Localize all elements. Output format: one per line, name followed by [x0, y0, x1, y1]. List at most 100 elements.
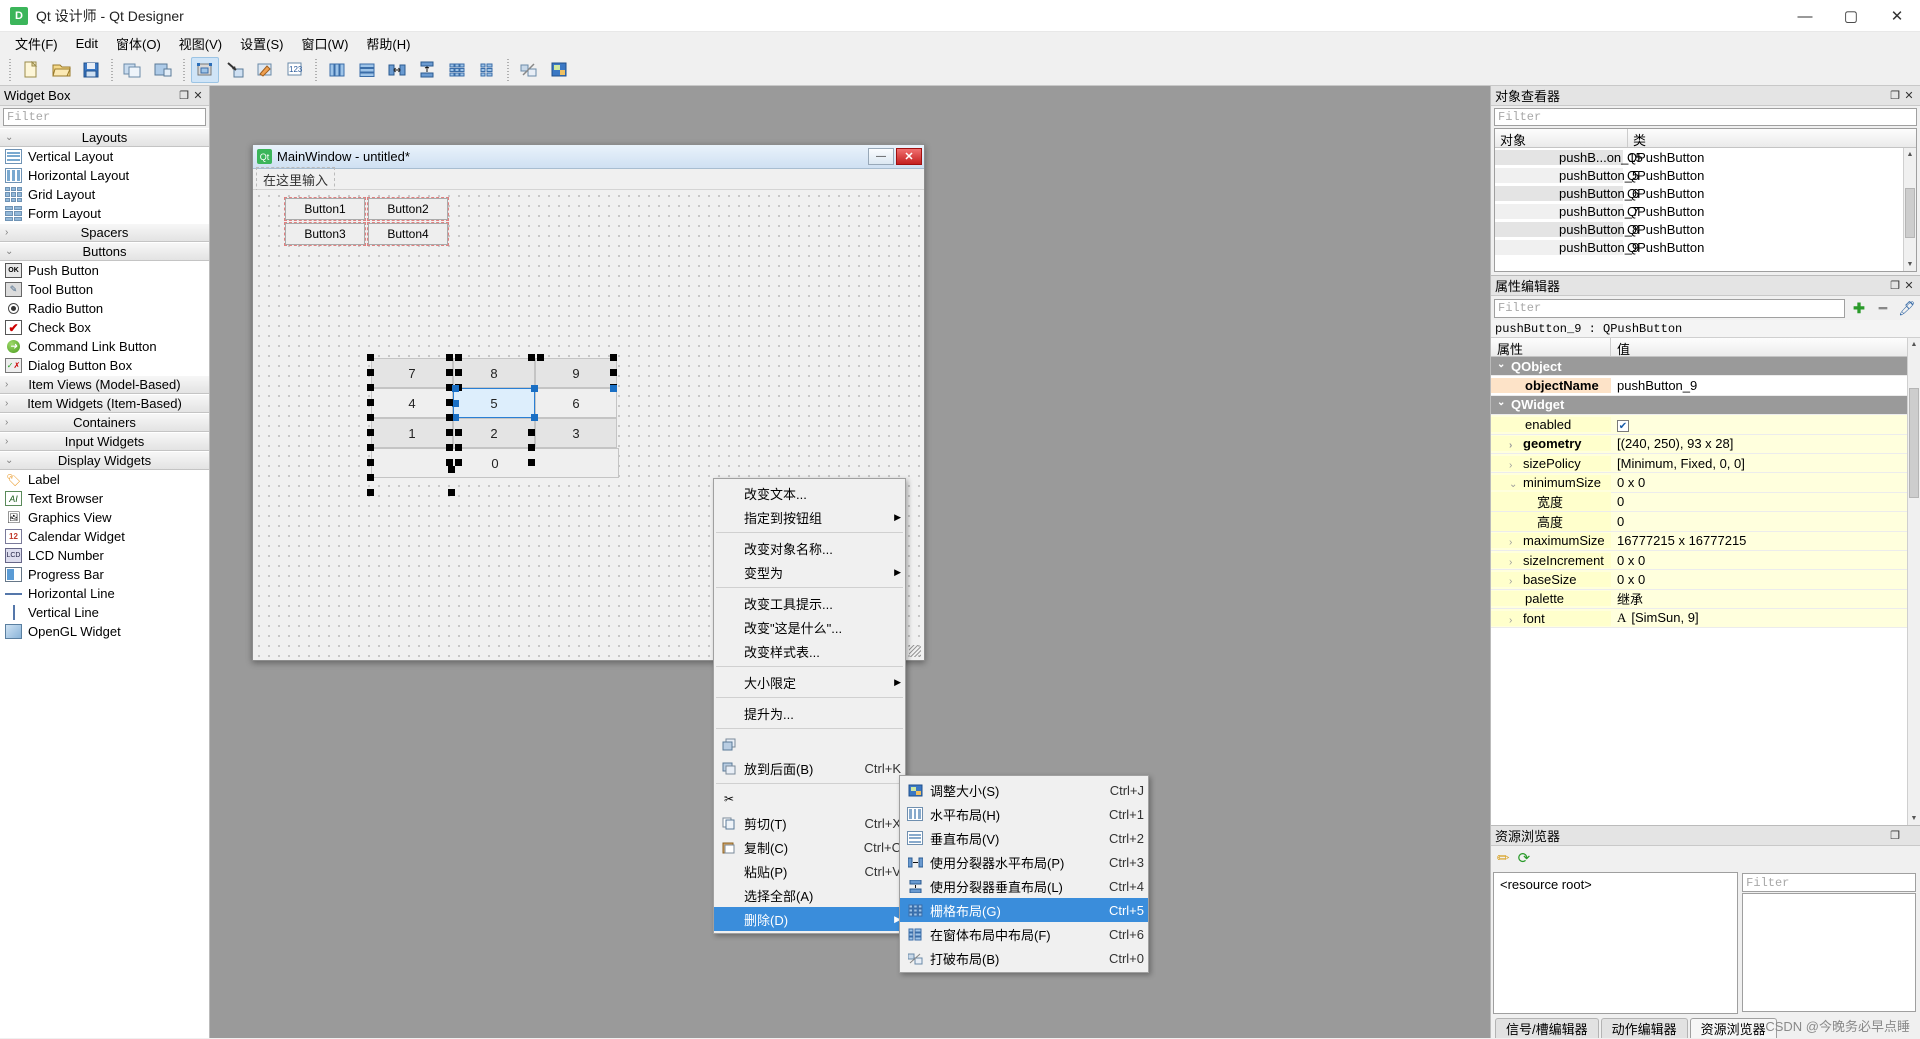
ctx-change-stylesheet[interactable]: 改变样式表... [714, 639, 905, 663]
vertical-layout-icon[interactable] [353, 57, 381, 83]
ctx-promote-to[interactable]: 提升为... [714, 701, 905, 725]
ctx-change-tooltip[interactable]: 改变工具提示... [714, 591, 905, 615]
widget-item-opengl-widget[interactable]: OpenGL Widget [0, 622, 209, 641]
property-row-maximumsize[interactable]: › maximumSize 16777215 x 16777215 [1491, 531, 1920, 551]
open-folder-icon[interactable] [47, 57, 75, 83]
selection-handle[interactable] [455, 459, 462, 466]
design-canvas[interactable]: Qt MainWindow - untitled* — ✕ 在这里输入 Butt… [210, 86, 1490, 1038]
selection-handle[interactable] [446, 399, 453, 406]
resource-browser-close-icon[interactable] [1902, 829, 1916, 843]
resource-filter-input[interactable]: Filter [1742, 873, 1916, 892]
resource-browser-float-icon[interactable]: ❐ [1888, 829, 1902, 843]
layout-submenu[interactable]: 调整大小(S) Ctrl+J 水平布局(H) Ctrl+1 垂直布局(V) Ct… [899, 775, 1149, 973]
property-row-minimumsize[interactable]: ⌄ minimumSize 0 x 0 [1491, 473, 1920, 493]
close-button[interactable]: ✕ [1874, 0, 1920, 32]
table-row[interactable]: pushButton_5 QPushButton [1495, 166, 1916, 184]
object-inspector-scrollbar[interactable]: ▲ ▼ [1903, 148, 1916, 271]
edit-widgets-icon[interactable] [191, 56, 219, 83]
property-editor-close-icon[interactable]: ✕ [1902, 279, 1916, 293]
widget-group-item-widgets[interactable]: › Item Widgets (Item-Based) [0, 394, 209, 413]
ctx-select-all[interactable]: 粘贴(P) Ctrl+V [714, 859, 905, 883]
save-icon[interactable] [77, 57, 105, 83]
menu-form[interactable]: 窗体(O) [107, 32, 170, 55]
button2[interactable]: Button2 [367, 197, 449, 221]
widget-item-grid-layout[interactable]: Grid Layout [0, 185, 209, 204]
selection-handle[interactable] [367, 414, 374, 421]
widget-item-progress-bar[interactable]: Progress Bar [0, 565, 209, 584]
selection-handle[interactable] [528, 459, 535, 466]
selected-handle[interactable] [531, 385, 538, 392]
property-row-palette[interactable]: palette 继承 [1491, 589, 1920, 610]
object-inspector-close-icon[interactable]: ✕ [1902, 89, 1916, 103]
layout-vertical[interactable]: 垂直布局(V) Ctrl+2 [900, 826, 1148, 850]
property-value[interactable]: 0 x 0 [1611, 553, 1920, 568]
key-1[interactable]: 1 [371, 418, 453, 448]
key-6[interactable]: 6 [535, 388, 617, 418]
edit-tab-order-icon[interactable]: 123 [281, 57, 309, 83]
reload-resources-icon[interactable]: ⟳ [1518, 849, 1531, 867]
property-editor-filter-input[interactable]: Filter [1494, 298, 1845, 318]
widget-item-radio-button[interactable]: Radio Button [0, 299, 209, 318]
widget-group-input-widgets[interactable]: › Input Widgets [0, 432, 209, 451]
key-8[interactable]: 8 [453, 358, 535, 388]
layout-splitter-vertical[interactable]: 使用分裂器垂直布局(L) Ctrl+4 [900, 874, 1148, 898]
configure-property-icon[interactable]: 🖊 [1897, 298, 1917, 318]
button3[interactable]: Button3 [284, 222, 366, 246]
key-4[interactable]: 4 [371, 388, 453, 418]
selection-handle[interactable] [448, 466, 455, 473]
horizontal-layout-icon[interactable] [323, 57, 351, 83]
ctx-send-to-back[interactable] [714, 732, 905, 756]
selected-handle[interactable] [610, 385, 617, 392]
edit-signals-icon[interactable] [221, 57, 249, 83]
menu-settings[interactable]: 设置(S) [231, 32, 292, 55]
selection-handle[interactable] [610, 354, 617, 361]
layout-horizontal[interactable]: 水平布局(H) Ctrl+1 [900, 802, 1148, 826]
resource-tree[interactable]: <resource root> [1493, 872, 1739, 1014]
widget-item-vertical-layout[interactable]: Vertical Layout [0, 147, 209, 166]
ctx-copy[interactable]: 剪切(T) Ctrl+X [714, 811, 905, 835]
selection-handle[interactable] [455, 354, 462, 361]
splitter-vertical-icon[interactable] [413, 57, 441, 83]
widget-item-push-button[interactable]: OK Push Button [0, 261, 209, 280]
table-row[interactable]: pushButton_8 QPushButton [1495, 220, 1916, 238]
selection-handle[interactable] [446, 459, 453, 466]
property-row-sizepolicy[interactable]: › sizePolicy [Minimum, Fixed, 0, 0] [1491, 453, 1920, 474]
resource-list[interactable] [1742, 893, 1916, 1012]
property-row-geometry[interactable]: › geometry [(240, 250), 93 x 28] [1491, 434, 1920, 454]
copy-window-icon[interactable] [119, 57, 147, 83]
ctx-delete[interactable]: 选择全部(A) [714, 883, 905, 907]
selection-handle[interactable] [367, 384, 374, 391]
selection-handle[interactable] [528, 444, 535, 451]
form-size-grip[interactable] [909, 645, 921, 657]
property-row-sizeincrement[interactable]: › sizeIncrement 0 x 0 [1491, 550, 1920, 571]
property-value[interactable]: 16777215 x 16777215 [1611, 533, 1920, 548]
selection-handle[interactable] [446, 444, 453, 451]
widget-group-buttons[interactable]: ⌄ Buttons [0, 242, 209, 261]
widget-group-item-views[interactable]: › Item Views (Model-Based) [0, 375, 209, 394]
layout-adjust-size[interactable]: 调整大小(S) Ctrl+J [900, 778, 1148, 802]
property-value[interactable]: A [SimSun, 9] [1611, 610, 1920, 626]
property-value[interactable]: 0 x 0 [1611, 572, 1920, 587]
property-value[interactable]: 0 [1611, 514, 1920, 529]
property-group-qobject[interactable]: ⌄ QObject [1491, 357, 1920, 377]
selection-handle[interactable] [455, 429, 462, 436]
ctx-cut[interactable]: ✂ [714, 787, 905, 811]
layout-grid[interactable]: 栅格布局(G) Ctrl+5 [900, 898, 1148, 922]
ctx-assign-button-group[interactable]: 指定到按钮组 ▶ [714, 505, 905, 529]
menu-view[interactable]: 视图(V) [170, 32, 231, 55]
property-value[interactable]: 继承 [1611, 589, 1920, 608]
property-row-minwidth[interactable]: 宽度 0 [1491, 492, 1920, 513]
widget-box-list[interactable]: ⌄ Layouts Vertical Layout Horizontal Lay… [0, 128, 209, 1038]
property-row-enabled[interactable]: enabled ✔ [1491, 415, 1920, 435]
selection-handle[interactable] [528, 429, 535, 436]
table-row[interactable]: pushButton_9 QPushButton [1495, 238, 1916, 256]
scrollbar-thumb[interactable] [1909, 388, 1919, 498]
selected-handle[interactable] [452, 414, 459, 421]
selection-handle[interactable] [367, 399, 374, 406]
key-3[interactable]: 3 [535, 418, 617, 448]
form-menu-bar[interactable]: 在这里输入 [253, 166, 924, 192]
selection-handle[interactable] [610, 369, 617, 376]
enabled-checkbox[interactable]: ✔ [1617, 420, 1629, 433]
selection-handle[interactable] [528, 354, 535, 361]
new-file-icon[interactable] [17, 57, 45, 83]
